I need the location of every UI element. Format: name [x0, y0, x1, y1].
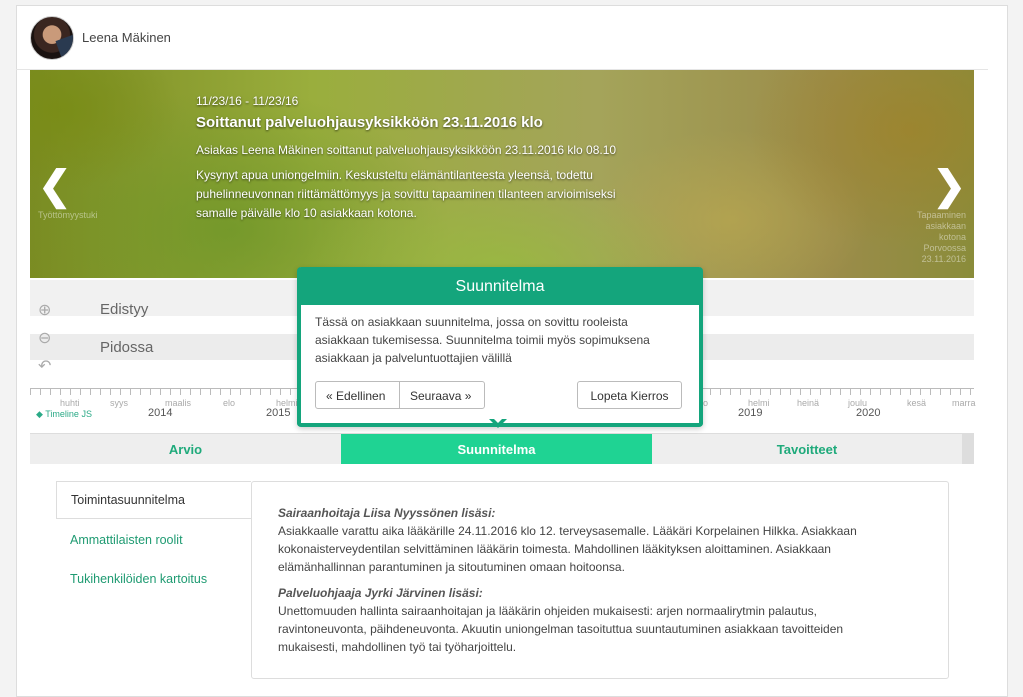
tab-suunnitelma[interactable]: Suunnitelma [341, 434, 652, 464]
tour-prev-button[interactable]: « Edellinen [315, 381, 400, 409]
plan-notes: Sairaanhoitaja Liisa Nyyssönen lisäsi: A… [278, 504, 898, 664]
row-label: Edistyy [100, 301, 149, 318]
tab-tavoitteet[interactable]: Tavoitteet [652, 434, 962, 464]
timeline-brand-label: Timeline JS [45, 409, 92, 419]
note-text: Asiakkaalle varattu aika lääkärille 24.1… [278, 524, 857, 574]
row-label: Pidossa [100, 339, 154, 356]
tab-bar: Arvio Suunnitelma Tavoitteet [30, 433, 974, 464]
timeline-slide: 11/23/16 - 11/23/16 Soittanut palveluohj… [30, 70, 974, 278]
zoom-in-icon[interactable]: ⊕ [38, 300, 51, 320]
timeline-brand[interactable]: ◆ Timeline JS [36, 409, 92, 420]
chevron-left-icon[interactable]: ❮ [38, 166, 72, 206]
note-author: Palveluohjaaja Jyrki Järvinen lisäsi: [278, 586, 483, 600]
side-nav-item-toimintasuunnitelma[interactable]: Toimintasuunnitelma [56, 481, 251, 519]
month-label: syys [110, 398, 128, 408]
slide-title: Soittanut palveluohjausyksikköön 23.11.2… [196, 114, 543, 131]
note-author: Sairaanhoitaja Liisa Nyyssönen lisäsi: [278, 506, 496, 520]
reset-icon[interactable]: ↶ [38, 356, 51, 376]
month-label: huhti [60, 398, 80, 408]
month-label: kesä [907, 398, 927, 408]
plan-panel: Sairaanhoitaja Liisa Nyyssönen lisäsi: A… [251, 481, 949, 679]
month-label: elo [223, 398, 236, 408]
year-label: 2020 [856, 407, 881, 419]
tour-text: Tässä on asiakkaan suunnitelma, jossa on… [315, 315, 650, 365]
tour-popover: Suunnitelma Tässä on asiakkaan suunnitel… [297, 267, 703, 428]
slide-content: 11/23/16 - 11/23/16 Soittanut palveluohj… [196, 94, 636, 229]
next-slide-caption[interactable]: Tapaaminen asiakkaan kotona Porvoossa 23… [906, 210, 966, 265]
zoom-out-icon[interactable]: ⊖ [38, 328, 51, 348]
month-label: heinä [797, 398, 820, 408]
tab-arvio[interactable]: Arvio [30, 434, 341, 464]
plan-content: Toimintasuunnitelma Ammattilaisten rooli… [56, 481, 949, 679]
tour-title: Suunnitelma [301, 267, 699, 305]
popover-caret-inner [492, 417, 504, 423]
tour-next-button[interactable]: Seuraava » [399, 381, 485, 409]
year-label: 2015 [266, 407, 291, 419]
slide-paragraph: Asiakas Leena Mäkinen soittanut palveluo… [196, 143, 617, 157]
user-name: Leena Mäkinen [82, 30, 171, 45]
prev-slide-caption[interactable]: Työttömyystuki [38, 210, 98, 220]
avatar[interactable] [30, 16, 74, 60]
slide-date: 11/23/16 - 11/23/16 [196, 94, 299, 108]
chevron-right-icon[interactable]: ❯ [932, 166, 966, 206]
side-nav-item-tukihenkiloiden-kartoitus[interactable]: Tukihenkilöiden kartoitus [56, 561, 251, 597]
month-label: marra [952, 398, 976, 408]
slide-paragraph: Kysynyt apua uniongelmiin. Keskusteltu e… [196, 168, 616, 220]
note-text: Unettomuuden hallinta sairaanhoitajan ja… [278, 604, 844, 654]
year-label: 2019 [738, 407, 763, 419]
side-nav-item-ammattilaisten-roolit[interactable]: Ammattilaisten roolit [56, 522, 251, 558]
tab-scroll [962, 434, 974, 464]
year-label: 2014 [148, 407, 173, 419]
tour-end-button[interactable]: Lopeta Kierros [577, 381, 682, 409]
user-header: Leena Mäkinen [16, 5, 988, 70]
side-nav: Toimintasuunnitelma Ammattilaisten rooli… [56, 481, 251, 600]
